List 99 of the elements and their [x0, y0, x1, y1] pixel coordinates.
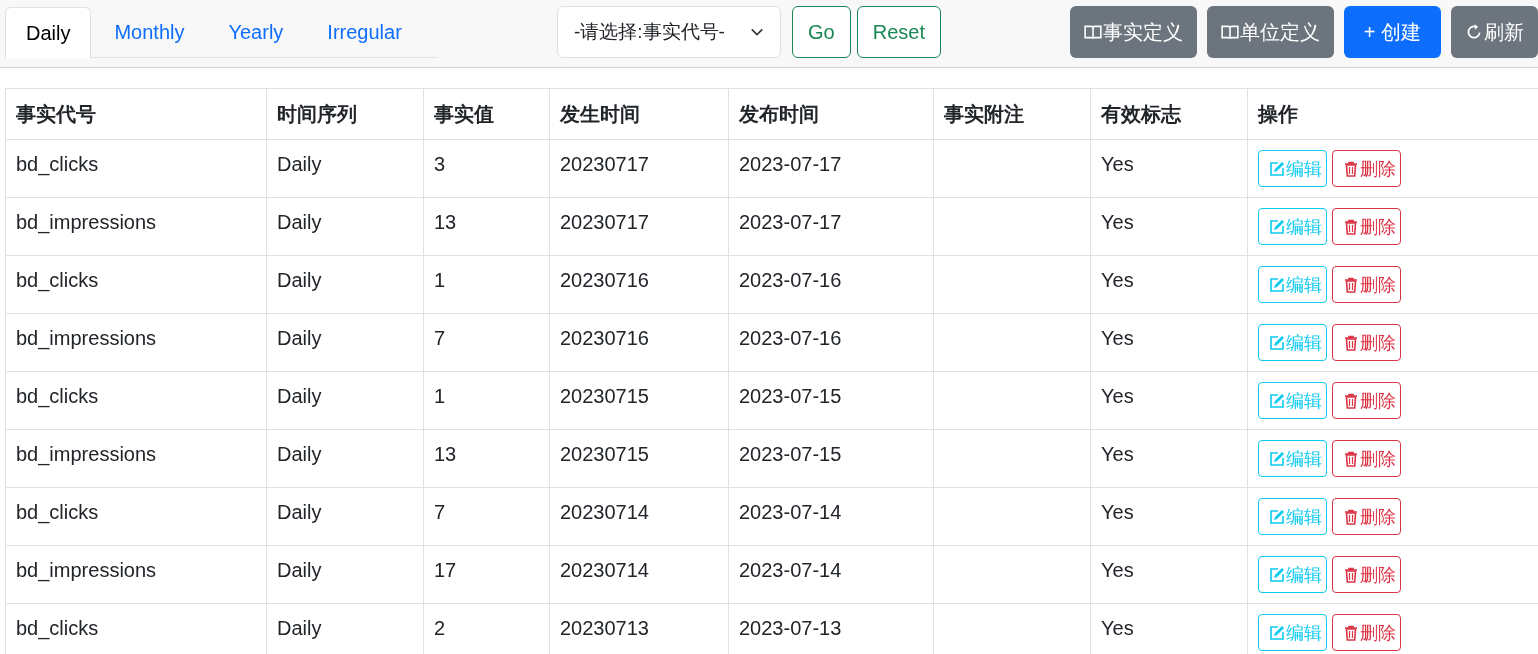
trash-icon — [1343, 392, 1359, 409]
table-cell: 20230715 — [549, 429, 729, 488]
trash-icon — [1343, 624, 1359, 641]
table-cell: Daily — [266, 197, 424, 256]
table-cell: bd_clicks — [5, 371, 267, 430]
tab[interactable]: Daily — [5, 7, 92, 59]
table-cell: 2023-07-17 — [728, 139, 934, 198]
trash-icon — [1343, 334, 1359, 351]
table-cell: 2023-07-15 — [728, 371, 934, 430]
table-cell: 2023-07-14 — [728, 487, 934, 546]
pencil-square-icon — [1269, 218, 1285, 235]
toolbar-button[interactable]: 事实定义 — [1069, 6, 1197, 58]
table-cell: 7 — [423, 487, 550, 546]
table-cell: 20230714 — [549, 487, 729, 546]
table-cell: bd_clicks — [5, 603, 267, 654]
pencil-square-icon — [1269, 392, 1285, 409]
reset-button[interactable]: Reset — [856, 6, 941, 58]
table-cell: Yes — [1090, 313, 1248, 372]
column-header: 事实代号 — [5, 88, 267, 140]
table-cell: 3 — [423, 139, 550, 198]
column-header: 事实值 — [423, 88, 550, 140]
delete-button[interactable]: 删除 — [1332, 324, 1401, 361]
delete-button[interactable]: 删除 — [1332, 208, 1401, 245]
pencil-square-icon — [1269, 566, 1285, 583]
pencil-square-icon — [1269, 508, 1285, 525]
table-cell: Yes — [1090, 197, 1248, 256]
table-cell: 17 — [423, 545, 550, 604]
delete-button[interactable]: 删除 — [1332, 150, 1401, 187]
table-cell: 2023-07-14 — [728, 545, 934, 604]
delete-button[interactable]: 删除 — [1332, 498, 1401, 535]
trash-icon — [1343, 218, 1359, 235]
column-header: 发布时间 — [728, 88, 934, 140]
column-header: 事实附注 — [933, 88, 1091, 140]
table-cell: 7 — [423, 313, 550, 372]
delete-button[interactable]: 删除 — [1332, 614, 1401, 651]
table-cell: 20230715 — [549, 371, 729, 430]
book-icon — [1083, 23, 1102, 41]
go-button[interactable]: Go — [792, 6, 851, 58]
trash-icon — [1343, 276, 1359, 293]
table-cell: Daily — [266, 255, 424, 314]
column-header: 发生时间 — [549, 88, 729, 140]
tab[interactable]: Irregular — [306, 7, 423, 58]
table-cell: 20230716 — [549, 313, 729, 372]
table-cell: Yes — [1090, 139, 1248, 198]
column-header: 操作 — [1247, 88, 1538, 140]
column-header: 时间序列 — [266, 88, 424, 140]
pencil-square-icon — [1269, 624, 1285, 641]
table-cell: 2023-07-17 — [728, 197, 934, 256]
table-cell: 20230716 — [549, 255, 729, 314]
table-cell: bd_impressions — [5, 429, 267, 488]
tab[interactable]: Monthly — [93, 7, 206, 58]
table-cell: bd_clicks — [5, 487, 267, 546]
table-cell: 20230717 — [549, 139, 729, 198]
table-cell: 1 — [423, 371, 550, 430]
table-cell: bd_clicks — [5, 139, 267, 198]
dropdown-value: -请选择:事实代号- — [574, 20, 725, 44]
trash-icon — [1343, 160, 1359, 177]
table-cell: Yes — [1090, 545, 1248, 604]
table-cell: 20230717 — [549, 197, 729, 256]
pencil-square-icon — [1269, 160, 1285, 177]
refresh-icon — [1465, 23, 1483, 41]
book-icon — [1220, 23, 1239, 41]
toolbar-button[interactable]: + 创建 — [1343, 6, 1441, 58]
column-header: 有效标志 — [1090, 88, 1248, 140]
table-cell: Daily — [266, 313, 424, 372]
pencil-square-icon — [1269, 276, 1285, 293]
table-cell: bd_impressions — [5, 313, 267, 372]
table-cell: Yes — [1090, 371, 1248, 430]
table-cell: 13 — [423, 429, 550, 488]
delete-button[interactable]: 删除 — [1332, 556, 1401, 593]
pencil-square-icon — [1269, 450, 1285, 467]
table-cell: bd_impressions — [5, 197, 267, 256]
table-cell: 1 — [423, 255, 550, 314]
trash-icon — [1343, 508, 1359, 525]
pencil-square-icon — [1269, 334, 1285, 351]
table-cell: Daily — [266, 545, 424, 604]
delete-button[interactable]: 删除 — [1332, 440, 1401, 477]
table-cell: Yes — [1090, 487, 1248, 546]
table-cell: Daily — [266, 487, 424, 546]
fact-code-dropdown[interactable]: -请选择:事实代号- — [557, 6, 781, 58]
toolbar-button[interactable]: 单位定义 — [1206, 6, 1334, 58]
trash-icon — [1343, 566, 1359, 583]
table-cell: Daily — [266, 429, 424, 488]
table-cell: bd_clicks — [5, 255, 267, 314]
table-cell: Yes — [1090, 429, 1248, 488]
delete-button[interactable]: 删除 — [1332, 382, 1401, 419]
table-cell: 2023-07-15 — [728, 429, 934, 488]
toolbar-button[interactable]: 刷新 — [1451, 6, 1538, 58]
table-cell: Yes — [1090, 255, 1248, 314]
table-cell: bd_impressions — [5, 545, 267, 604]
table-cell: Daily — [266, 139, 424, 198]
delete-button[interactable]: 删除 — [1332, 266, 1401, 303]
table-cell: 13 — [423, 197, 550, 256]
table-cell: 2023-07-16 — [728, 313, 934, 372]
table-cell: 20230714 — [549, 545, 729, 604]
tab[interactable]: Yearly — [207, 7, 305, 58]
table-cell: Daily — [266, 371, 424, 430]
trash-icon — [1343, 450, 1359, 467]
table-cell: 2023-07-16 — [728, 255, 934, 314]
